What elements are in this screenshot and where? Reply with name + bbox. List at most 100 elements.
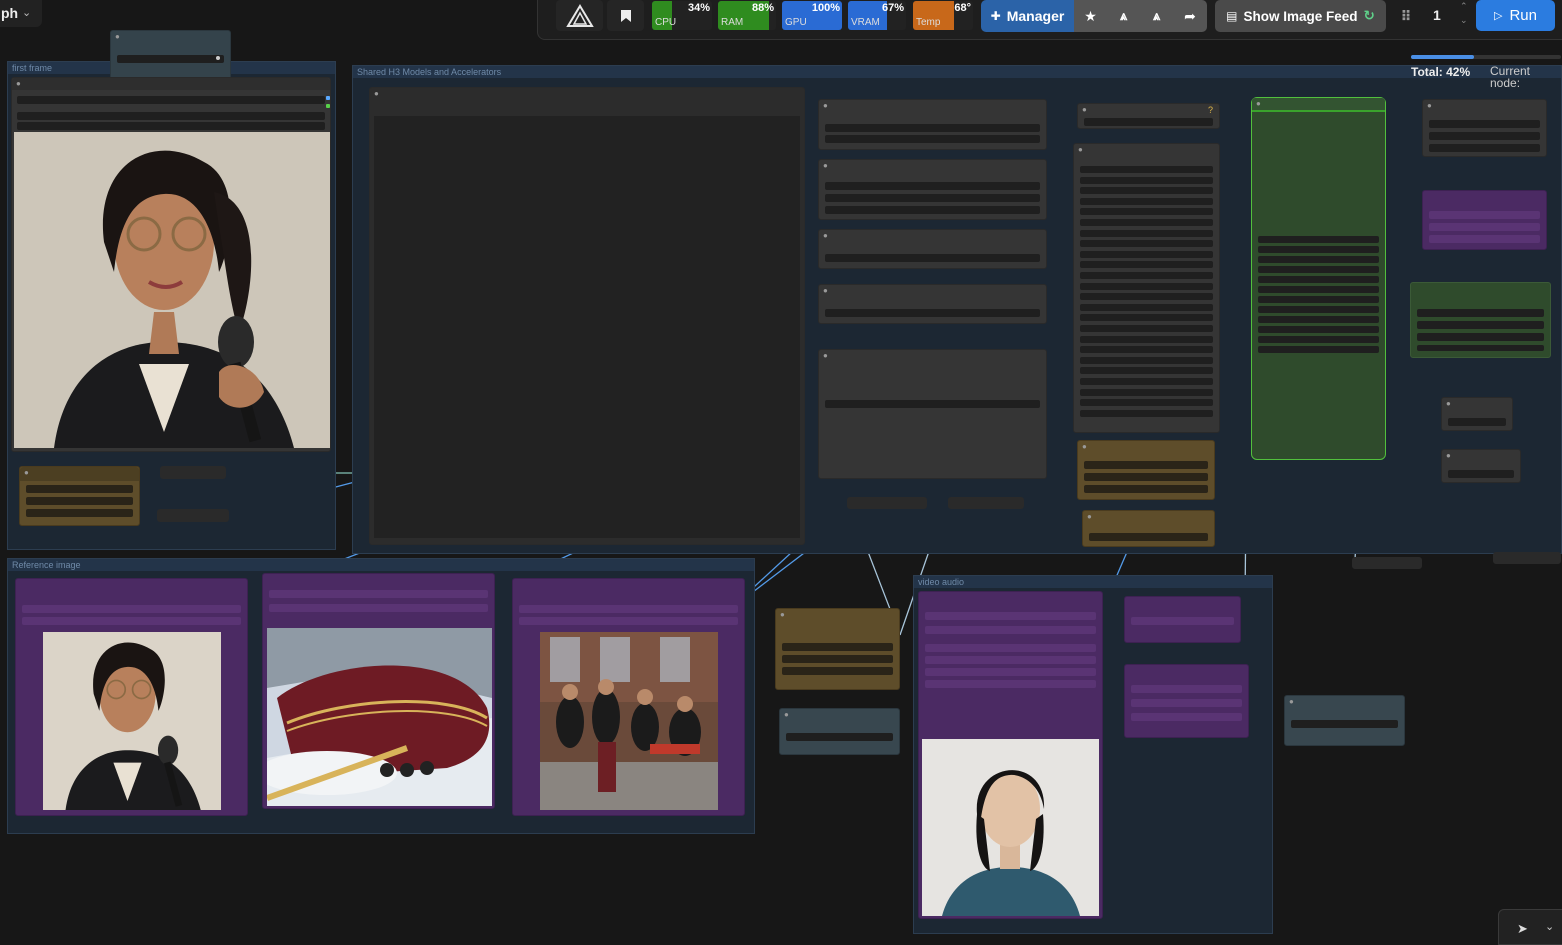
node-widget[interactable] (1080, 293, 1213, 301)
load-image-node-first-frame[interactable]: ● (11, 77, 331, 452)
reroute-node-1[interactable] (847, 497, 927, 509)
run-button[interactable]: ▷ Run (1476, 0, 1555, 31)
node-widget[interactable] (1080, 187, 1213, 195)
loader-node-3[interactable]: ● (818, 229, 1047, 269)
audio-node-2[interactable] (1124, 664, 1249, 738)
node-widget[interactable] (1258, 286, 1379, 293)
node-widget[interactable] (1258, 316, 1379, 323)
star-icon[interactable]: ★ (1074, 0, 1107, 32)
node-widget[interactable] (1080, 197, 1213, 205)
loader-node-2[interactable]: ● (818, 159, 1047, 220)
node-widget[interactable] (26, 509, 133, 517)
right-node-small-1[interactable]: ● (1441, 397, 1513, 431)
node-widget[interactable] (1080, 346, 1213, 354)
cluster-icon[interactable]: ⩓ (1107, 0, 1140, 32)
node-collapse-dot[interactable]: ● (823, 286, 828, 295)
node-widget[interactable] (1080, 314, 1213, 322)
node-widget[interactable] (1258, 326, 1379, 333)
audio-node-1[interactable] (1124, 596, 1241, 643)
node-widget[interactable] (1080, 240, 1213, 248)
node-collapse-dot[interactable]: ● (115, 32, 120, 41)
node-collapse-dot[interactable]: ● (823, 161, 828, 170)
brown-node-b[interactable]: ● (1082, 510, 1215, 547)
node-widget[interactable] (1080, 356, 1213, 364)
ref-image-node-1[interactable] (15, 578, 248, 816)
large-dark-node[interactable]: ● (369, 87, 805, 545)
node-collapse-dot[interactable]: ● (374, 89, 379, 98)
floating-node-top[interactable]: ● (110, 30, 231, 82)
node-widget[interactable] (1258, 276, 1379, 283)
node-widget[interactable] (1080, 166, 1213, 173)
queue-count-input[interactable]: 1 ⌃ ⌄ (1420, 1, 1472, 31)
show-image-feed-button[interactable]: ▤ Show Image Feed ↻ (1215, 0, 1386, 32)
node-widget[interactable] (117, 55, 224, 63)
video-audio-image-node[interactable] (918, 591, 1103, 919)
node-widget[interactable] (1080, 219, 1213, 226)
small-node-a[interactable] (160, 466, 226, 479)
node-widget[interactable] (1080, 229, 1213, 237)
node-widget[interactable] (1258, 266, 1379, 273)
drag-handle-icon[interactable]: ⠿ (1398, 6, 1414, 26)
node-widget[interactable] (1080, 335, 1213, 343)
right-node-1[interactable]: ● (1422, 99, 1547, 157)
node-widget[interactable] (1080, 409, 1213, 417)
right-node-purple[interactable] (1422, 190, 1547, 250)
slate-node-a[interactable]: ● (779, 708, 900, 755)
node-widget[interactable] (1258, 346, 1379, 353)
node-widget[interactable] (1080, 272, 1213, 279)
brown-node-a[interactable]: ● (1077, 440, 1215, 500)
green-selected-node[interactable]: ● (1251, 97, 1386, 460)
node-widget[interactable] (1080, 282, 1213, 290)
node-collapse-dot[interactable]: ● (823, 351, 828, 360)
node-widget[interactable] (1080, 303, 1213, 311)
node-widget[interactable] (1080, 250, 1213, 258)
share-icon[interactable]: ➦ (1173, 0, 1207, 32)
node-widget[interactable] (17, 122, 325, 130)
stepper-up-icon[interactable]: ⌃ (1460, 1, 1468, 12)
node-widget[interactable] (1080, 261, 1213, 269)
slate-node-b[interactable]: ● (1284, 695, 1405, 746)
right-node-small-2[interactable]: ● (1441, 449, 1521, 483)
right-node-green[interactable] (1410, 282, 1551, 358)
loader-node-5[interactable]: ● (818, 349, 1047, 479)
node-widget[interactable] (1080, 176, 1213, 184)
ref-image-node-2[interactable] (262, 573, 495, 809)
node-widget[interactable] (1080, 378, 1213, 385)
node-widget[interactable] (17, 112, 325, 120)
manager-button[interactable]: ✚ Manager (981, 0, 1074, 32)
node-widget[interactable] (1258, 306, 1379, 313)
node-widget[interactable] (1080, 399, 1213, 407)
loader-node-1[interactable]: ● (818, 99, 1047, 150)
stepper-down-icon[interactable]: ⌄ (1460, 15, 1468, 26)
node-collapse-dot[interactable]: ● (823, 101, 828, 110)
brown-node-first-frame[interactable]: ● (19, 466, 140, 526)
node-widget[interactable] (1258, 336, 1379, 343)
node-widget[interactable] (1258, 256, 1379, 263)
node-collapse-dot[interactable]: ● (823, 231, 828, 240)
node-collapse-dot[interactable]: ● (24, 468, 29, 477)
node-widget[interactable] (1258, 236, 1379, 243)
node-widget[interactable] (1080, 208, 1213, 216)
small-node-question[interactable]: ●? (1077, 103, 1220, 129)
bookmark-icon[interactable] (607, 0, 644, 31)
node-collapse-dot[interactable]: ● (16, 79, 21, 88)
node-widget[interactable] (26, 497, 133, 505)
node-widget[interactable] (1080, 367, 1213, 375)
canvas-mode-toggle[interactable]: ➤ ⌄ (1498, 909, 1562, 945)
reroute-node-2[interactable] (948, 497, 1024, 509)
node-widget[interactable] (1080, 325, 1213, 332)
workflow-tab[interactable]: ph ⌄ (0, 0, 42, 27)
small-node-b[interactable] (157, 509, 229, 522)
node-widget[interactable] (1258, 296, 1379, 303)
ref-image-node-3[interactable] (512, 578, 745, 816)
cluster-icon[interactable]: ⩓ (1140, 0, 1173, 32)
node-collapse-dot[interactable]: ● (1078, 145, 1083, 154)
reroute-node-3[interactable] (1352, 557, 1422, 569)
reroute-node-4[interactable] (1493, 552, 1561, 564)
node-widget[interactable] (1258, 246, 1379, 253)
comfy-logo-icon[interactable] (556, 0, 603, 31)
loader-node-4[interactable]: ● (818, 284, 1047, 324)
node-widget[interactable] (26, 485, 133, 493)
node-widget[interactable] (1080, 388, 1213, 396)
tall-settings-node[interactable]: ● (1073, 143, 1220, 433)
